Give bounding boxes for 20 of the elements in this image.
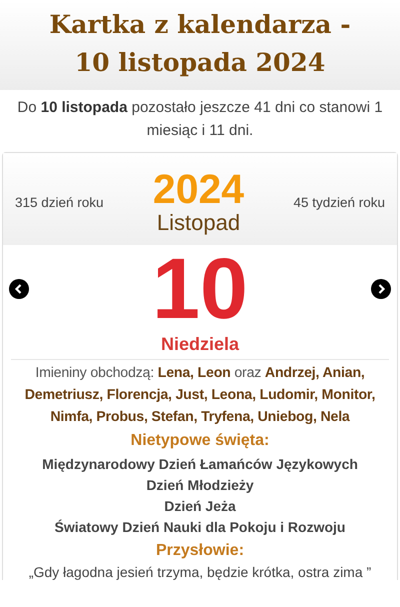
proverb-text: „Gdy łagodna jesień trzyma, będzie krótka, ostra zima ” xyxy=(28,564,372,580)
chevron-left-icon xyxy=(9,279,29,299)
holiday-name: Międzynarodowy Dzień Łamańców Językowych xyxy=(41,455,359,474)
weekday: Niedziela xyxy=(160,333,240,355)
next-day-button[interactable] xyxy=(370,279,391,299)
holiday-name: Dzień Jeża xyxy=(163,497,237,516)
day-of-year: 315 dzień roku xyxy=(15,194,104,210)
holiday-name: Dzień Młodzieży xyxy=(145,476,255,495)
holiday-name: Światowy Dzień Nauki dla Pokoju i Rozwoju xyxy=(54,518,346,537)
countdown-text: Do 10 listopada pozostało jeszcze 41 dni co stanowi 1 miesiąc i 11 dni. xyxy=(16,98,384,141)
nameday-text: Imieniny obchodzą: Lena, Leon oraz Andrzej, Anian, Demetriusz, Florencja, Just, Leona, Ludomir, Monitor, Nimfa, Probus, Stefan, Tryfena, Uniebog, Nela xyxy=(24,364,376,427)
year: 2024 xyxy=(152,168,244,210)
previous-day-button[interactable] xyxy=(9,279,29,299)
chevron-right-icon xyxy=(370,279,391,299)
week-of-year: 45 tydzień roku xyxy=(293,194,385,210)
page-title: Kartka z kalendarza - 10 listopada 2024 xyxy=(48,9,352,79)
holidays-heading: Nietypowe święta: xyxy=(130,432,270,450)
day-number: 10 xyxy=(152,244,248,334)
proverb-heading: Przysłowie: xyxy=(154,542,246,560)
month: Listopad xyxy=(156,210,240,236)
